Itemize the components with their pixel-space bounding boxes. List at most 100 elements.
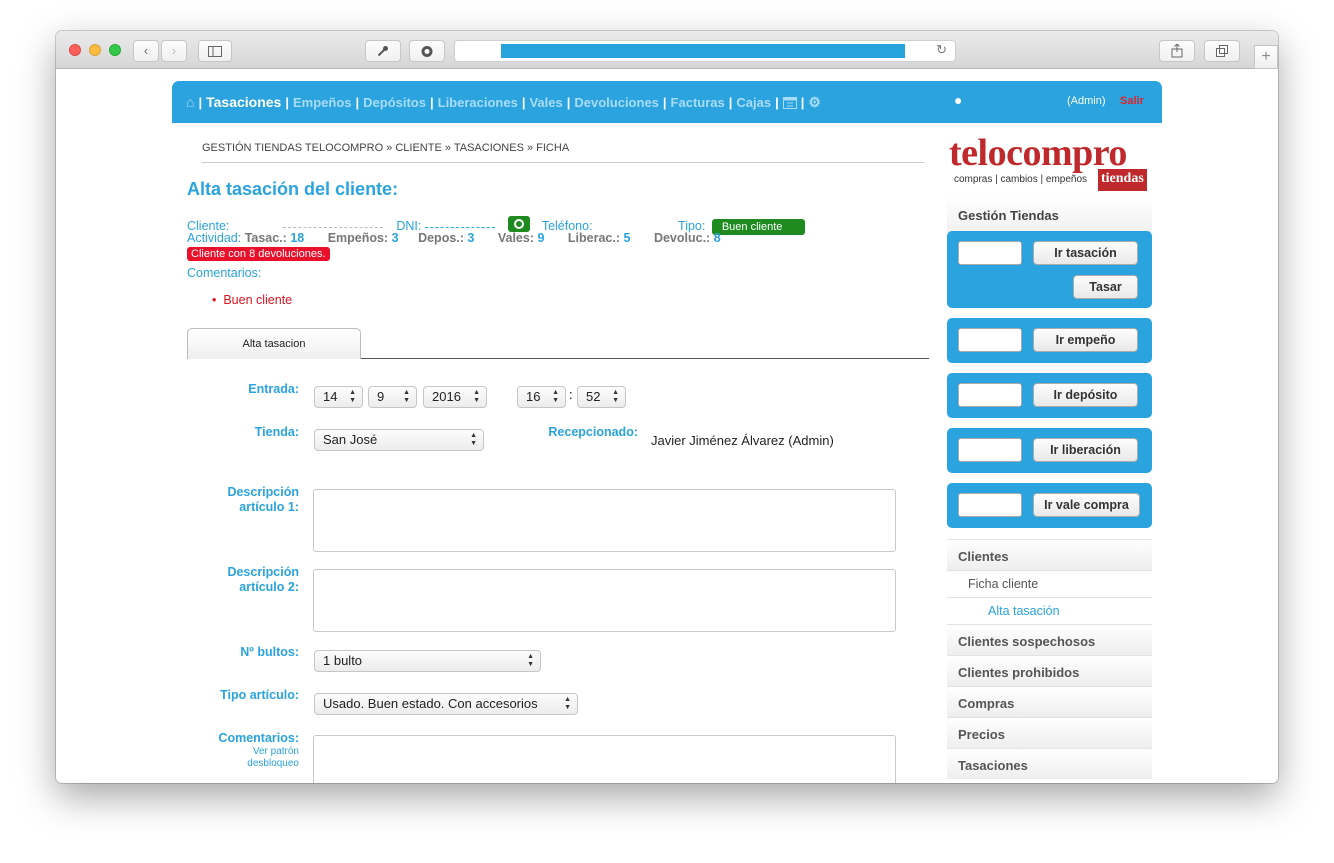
entrada-month-select[interactable]: 9 ▲ ▼ — [368, 386, 417, 408]
desc2-label-line1: Descripción — [227, 565, 299, 579]
logout-link[interactable]: Salir — [1120, 95, 1144, 107]
address-bar[interactable]: ↻ — [454, 40, 956, 62]
new-tab-button[interactable]: + — [1254, 45, 1278, 69]
select-arrows-icon: ▲ ▼ — [552, 389, 559, 404]
ver-patron-line2: desbloqueo — [247, 758, 299, 769]
user-icon[interactable]: ● — [954, 92, 962, 108]
recepcionado-value: Javier Jiménez Álvarez (Admin) — [651, 433, 834, 448]
home-icon[interactable]: ⌂ — [186, 94, 194, 110]
bultos-select[interactable]: 1 bulto ▲ ▼ — [314, 650, 541, 672]
ir-liberacion-button[interactable]: Ir liberación — [1033, 438, 1138, 462]
page-title: Alta tasación del cliente: — [187, 179, 399, 199]
entrada-year-select[interactable]: 2016 ▲ ▼ — [423, 386, 487, 408]
stat-label-tasac: Tasac.: — [244, 231, 287, 245]
ir-vale-compra-button[interactable]: Ir vale compra — [1033, 493, 1140, 517]
desc1-textarea[interactable] — [313, 489, 896, 552]
empeno-number-input[interactable] — [958, 328, 1022, 352]
tienda-select[interactable]: San José ▲ ▼ — [314, 429, 484, 451]
entrada-minute-select[interactable]: 52 ▲ ▼ — [577, 386, 626, 408]
time-separator: : — [569, 387, 573, 402]
calendar-icon[interactable] — [782, 95, 797, 110]
main-content: GESTIÓN TIENDAS TELOCOMPRO » CLIENTE » T… — [172, 123, 942, 783]
stat-label-devoluc: Devoluc.: — [653, 231, 711, 245]
empeno-panel: Ir empeño — [947, 318, 1152, 363]
close-window-button[interactable] — [69, 44, 81, 56]
nav-item-liberaciones[interactable]: Liberaciones — [438, 95, 518, 110]
sidebar-toggle-button[interactable] — [198, 40, 232, 62]
shield-icon — [421, 46, 433, 57]
dni-value-redacted — [424, 226, 495, 228]
desc1-label-line1: Descripción — [227, 485, 299, 499]
forward-button[interactable]: › — [161, 40, 187, 62]
top-navbar: ⌂ | Tasaciones | Empeños | Depósitos | Liberacio… — [172, 81, 1162, 123]
share-icon — [1171, 43, 1183, 58]
nav-item-cajas[interactable]: Cajas — [736, 95, 771, 110]
entrada-minute-value: 52 — [586, 389, 601, 404]
entrada-month-value: 9 — [377, 389, 385, 404]
liberacion-number-input[interactable] — [958, 438, 1022, 462]
stat-value-empenos[interactable]: 3 — [392, 231, 399, 245]
nav-item-devoluciones[interactable]: Devoluciones — [574, 95, 659, 110]
browser-toolbar: ‹ › ↻ + — [56, 31, 1278, 69]
passwords-button[interactable] — [365, 40, 401, 62]
nav-item-tasaciones[interactable]: Tasaciones — [206, 94, 281, 110]
sidebar-item-alta-tasacion[interactable]: Alta tasación — [947, 597, 1152, 624]
ir-tasacion-button[interactable]: Ir tasación — [1033, 241, 1138, 265]
sidebar-item-compras[interactable]: Compras — [947, 686, 1152, 717]
reload-icon[interactable]: ↻ — [936, 42, 947, 58]
tasar-button[interactable]: Tasar — [1073, 275, 1138, 299]
back-button[interactable]: ‹ — [133, 40, 159, 62]
nav-item-facturas[interactable]: Facturas — [671, 95, 725, 110]
gear-icon[interactable]: ⚙ — [808, 94, 821, 111]
entrada-hour-select[interactable]: 16 ▲ ▼ — [517, 386, 566, 408]
tasacion-number-input[interactable] — [958, 241, 1022, 265]
sidebar-item-clientes[interactable]: Clientes — [947, 539, 1152, 570]
minimize-window-button[interactable] — [89, 44, 101, 56]
entrada-day-select[interactable]: 14 ▲ ▼ — [314, 386, 363, 408]
tipo-articulo-select[interactable]: Usado. Buen estado. Con accesorios ▲ ▼ — [314, 693, 578, 715]
tab-alta-tasacion[interactable]: Alta tasacion — [187, 328, 361, 359]
key-icon — [377, 46, 388, 57]
vale-panel: Ir vale compra — [947, 483, 1152, 528]
chevron-left-icon: ‹ — [143, 43, 149, 58]
nav-item-depositos[interactable]: Depósitos — [363, 95, 426, 110]
sidebar-item-precios[interactable]: Precios — [947, 717, 1152, 748]
sidebar-header: Gestión Tiendas — [947, 197, 1152, 233]
deposito-number-input[interactable] — [958, 383, 1022, 407]
stat-value-liberac[interactable]: 5 — [624, 231, 631, 245]
vale-number-input[interactable] — [958, 493, 1022, 517]
tabs-overview-button[interactable] — [1204, 40, 1240, 62]
breadcrumb: GESTIÓN TIENDAS TELOCOMPRO » CLIENTE » T… — [202, 142, 924, 163]
ir-empeno-button[interactable]: Ir empeño — [1033, 328, 1138, 352]
select-arrows-icon: ▲ ▼ — [403, 389, 410, 404]
sidebar-item-clientes-prohibidos[interactable]: Clientes prohibidos — [947, 655, 1152, 686]
entrada-day-value: 14 — [323, 389, 338, 404]
stat-value-depos[interactable]: 3 — [467, 231, 474, 245]
extension-button[interactable] — [409, 40, 445, 62]
actividad-label: Actividad: — [187, 231, 242, 245]
telocompro-logo[interactable]: telocompro compras | cambios | empeños t… — [949, 132, 1159, 191]
desc2-textarea[interactable] — [313, 569, 896, 632]
camera-icon[interactable] — [508, 216, 531, 232]
logo-tagline: compras | cambios | empeños — [954, 174, 1088, 185]
entrada-label: Entrada: — [248, 382, 299, 396]
sidebar-item-tasaciones[interactable]: Tasaciones — [947, 748, 1152, 779]
desc2-label: Descripción artículo 2: — [192, 565, 299, 595]
share-button[interactable] — [1159, 40, 1195, 62]
nav-item-vales[interactable]: Vales — [529, 95, 562, 110]
sidebar-item-clientes-sospechosos[interactable]: Clientes sospechosos — [947, 624, 1152, 655]
stat-label-vales: Vales: — [497, 231, 534, 245]
comentarios-textarea[interactable] — [313, 735, 896, 783]
zoom-window-button[interactable] — [109, 44, 121, 56]
ver-patron-link[interactable]: Ver patrón desbloqueo — [192, 746, 299, 770]
nav-item-empenos[interactable]: Empeños — [293, 95, 352, 110]
stat-value-vales[interactable]: 9 — [537, 231, 544, 245]
select-arrows-icon: ▲ ▼ — [470, 432, 477, 447]
stat-value-tasac[interactable]: 18 — [290, 231, 304, 245]
sidebar-item-ficha-cliente[interactable]: Ficha cliente — [947, 570, 1152, 597]
ir-deposito-button[interactable]: Ir depósito — [1033, 383, 1138, 407]
select-arrows-icon: ▲ ▼ — [473, 389, 480, 404]
select-arrows-icon: ▲ ▼ — [349, 389, 356, 404]
stat-value-devoluc[interactable]: 8 — [714, 231, 721, 245]
devoluciones-alert: Cliente con 8 devoluciones. — [187, 247, 330, 261]
